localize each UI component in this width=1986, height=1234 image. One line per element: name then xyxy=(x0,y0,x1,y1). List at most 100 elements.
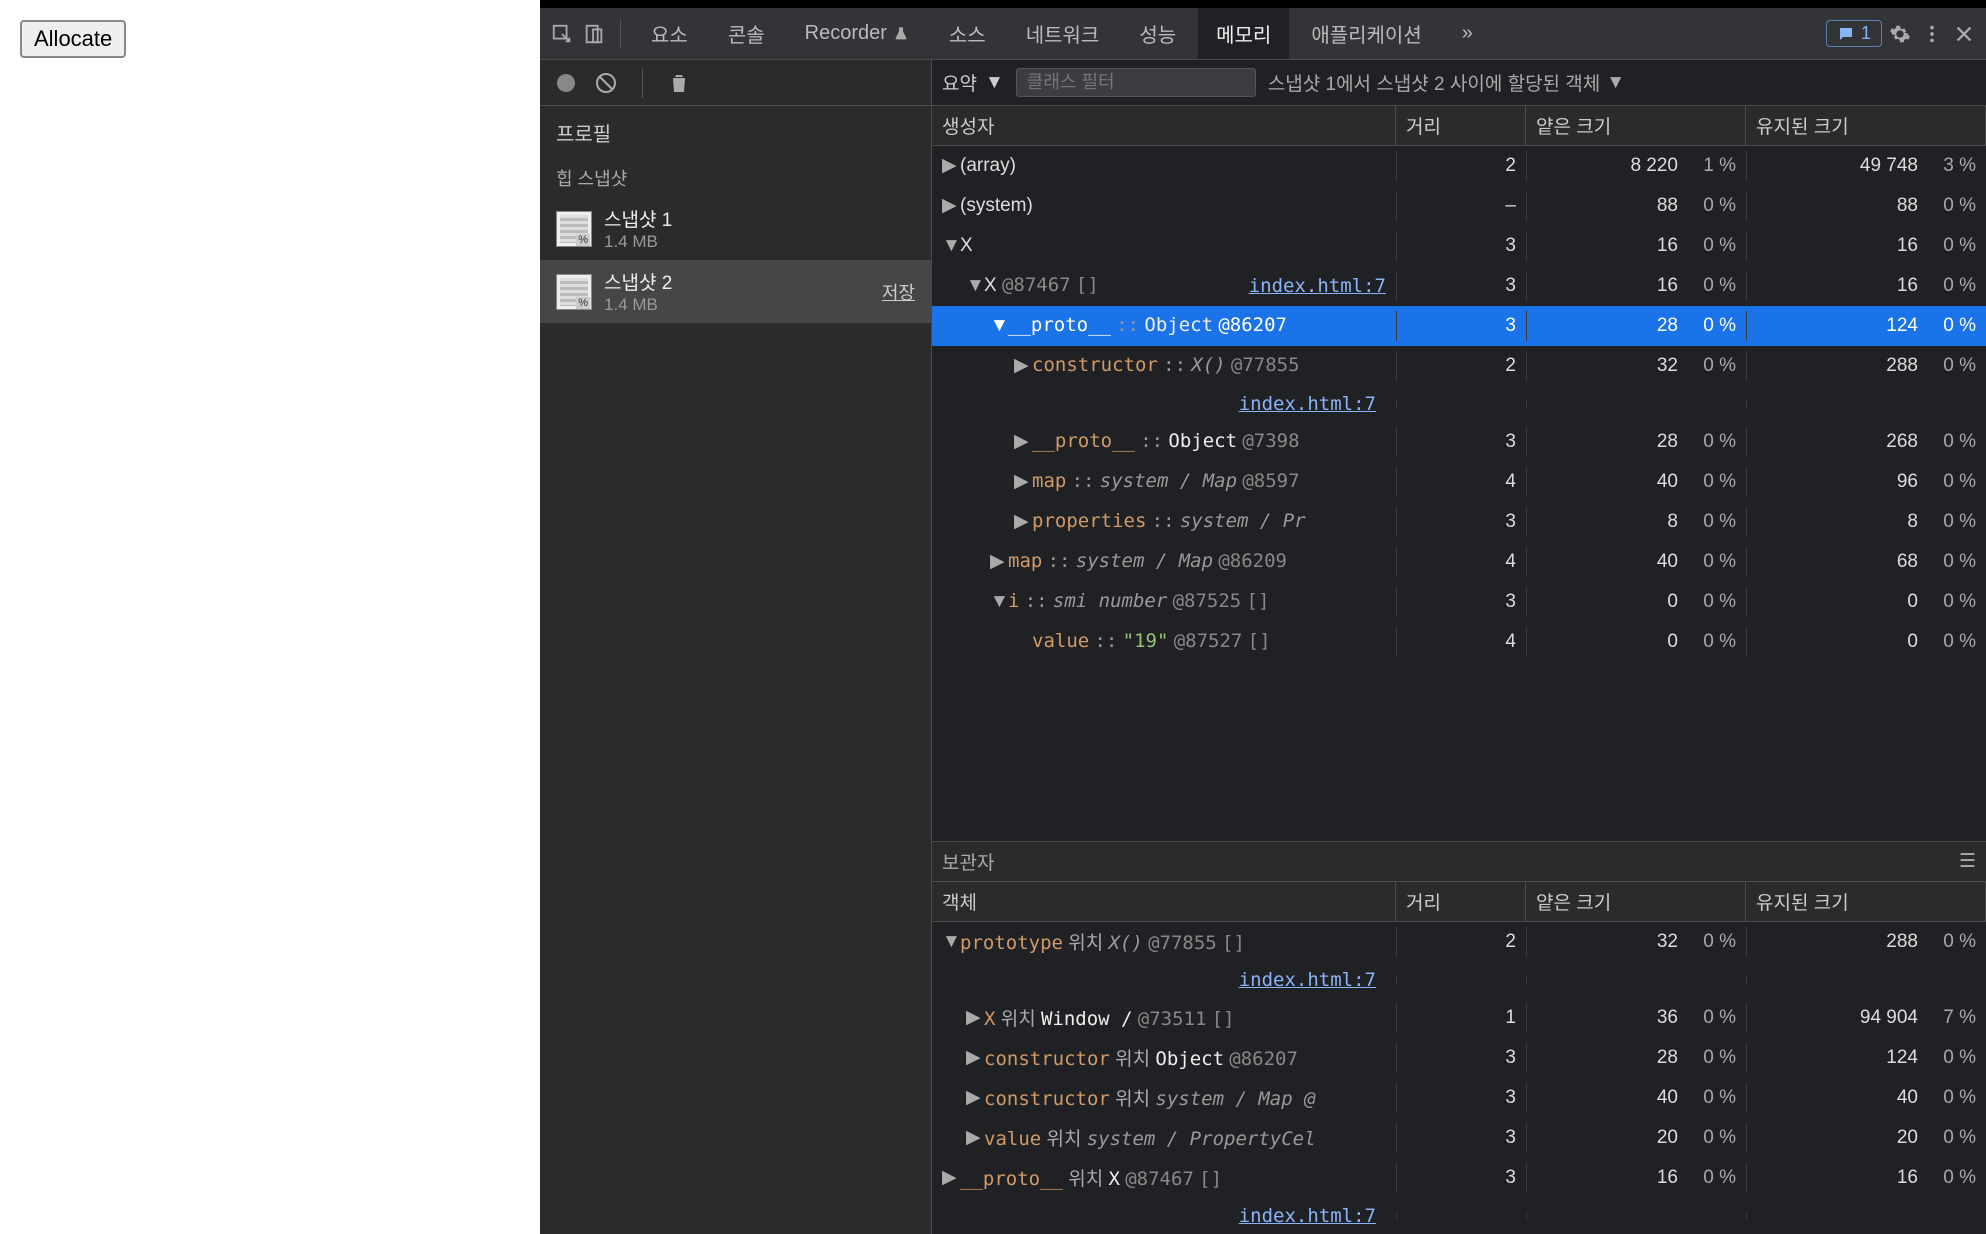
row-label: __proto__ :: Object @7398 xyxy=(1032,430,1300,453)
tree-toggle-icon[interactable]: ▶ xyxy=(1014,470,1028,493)
table-row[interactable]: ▶constructor 위치 Object @862073280 %1240 … xyxy=(932,1038,1986,1078)
clear-icon[interactable] xyxy=(594,71,618,95)
table-row[interactable]: ▶constructor :: X() @778552320 %2880 % xyxy=(932,346,1986,386)
grid-body[interactable]: ▶(array)28 2201 %49 7483 %▶(system)–880 … xyxy=(932,146,1986,841)
tab-network[interactable]: 네트워크 xyxy=(1008,8,1118,59)
col-retained-size[interactable]: 유지된 크기 xyxy=(1746,106,1986,145)
tree-toggle-icon[interactable]: ▶ xyxy=(966,1046,980,1069)
row-label: prototype 위치 X() @77855 [] xyxy=(960,928,1245,955)
tree-toggle-icon[interactable]: ▶ xyxy=(990,550,1004,573)
tab-memory[interactable]: 메모리 xyxy=(1198,8,1289,59)
tree-toggle-icon[interactable]: ▶ xyxy=(966,1086,980,1109)
devtools-panel: 요소 콘솔 Recorder 소스 네트워크 성능 메모리 애플리케이션 » 1 xyxy=(540,0,1986,1234)
table-row[interactable]: ▶__proto__ :: Object @73983280 %2680 % xyxy=(932,422,1986,462)
snapshot-save-link[interactable]: 저장 xyxy=(882,279,915,305)
row-label: map :: system / Map @86209 xyxy=(1008,550,1287,573)
tree-toggle-icon[interactable]: ▼ xyxy=(990,591,1004,613)
trash-icon[interactable] xyxy=(667,71,691,95)
tab-elements[interactable]: 요소 xyxy=(633,8,706,59)
table-row[interactable]: ▼X @87467 []index.html:73160 %160 % xyxy=(932,266,1986,306)
source-link[interactable]: index.html:7 xyxy=(1239,969,1376,991)
table-row: index.html:7 xyxy=(932,962,1986,998)
issues-button[interactable]: 1 xyxy=(1826,20,1882,47)
tree-toggle-icon[interactable]: ▶ xyxy=(966,1126,980,1149)
summary-dropdown[interactable]: 요약 ▼ xyxy=(942,69,1004,96)
table-row[interactable]: ▼X3160 %160 % xyxy=(932,226,1986,266)
tab-application[interactable]: 애플리케이션 xyxy=(1293,8,1439,59)
snapshot-item-2[interactable]: 스냅샷 2 1.4 MB 저장 xyxy=(540,260,931,323)
inspect-icon[interactable] xyxy=(548,20,576,48)
tree-toggle-icon[interactable]: ▼ xyxy=(942,235,956,257)
col-object[interactable]: 객체 xyxy=(932,882,1396,921)
separator xyxy=(620,19,621,49)
snapshot-item-1[interactable]: 스냅샷 1 1.4 MB xyxy=(540,197,931,260)
retainers-body[interactable]: ▼prototype 위치 X() @77855 []2320 %2880 % i… xyxy=(932,922,1986,1234)
kebab-menu-icon[interactable] xyxy=(1918,20,1946,48)
tree-toggle-icon[interactable]: ▶ xyxy=(1014,430,1028,453)
col-constructor[interactable]: 생성자 xyxy=(932,106,1396,145)
separator xyxy=(642,68,643,98)
col-distance[interactable]: 거리 xyxy=(1396,882,1526,921)
table-row[interactable]: ▶map :: system / Map @85974400 %960 % xyxy=(932,462,1986,502)
device-toggle-icon[interactable] xyxy=(580,20,608,48)
close-icon[interactable] xyxy=(1950,20,1978,48)
table-row[interactable]: ▶(system)–880 %880 % xyxy=(932,186,1986,226)
profile-header: 프로필 xyxy=(540,106,931,159)
tree-toggle-icon[interactable]: ▶ xyxy=(1014,510,1028,533)
col-shallow-size[interactable]: 얕은 크기 xyxy=(1526,106,1746,145)
table-row[interactable]: ▶properties :: system / Pr380 %80 % xyxy=(932,502,1986,542)
col-shallow-size[interactable]: 얕은 크기 xyxy=(1526,882,1746,921)
tree-toggle-icon[interactable]: ▶ xyxy=(1014,354,1028,377)
tab-more[interactable]: » xyxy=(1444,8,1491,59)
row-label: X xyxy=(960,235,973,257)
table-row[interactable]: ▶__proto__ 위치 X @87467 []3160 %160 % xyxy=(932,1158,1986,1198)
table-row[interactable]: ▶(array)28 2201 %49 7483 % xyxy=(932,146,1986,186)
tab-sources[interactable]: 소스 xyxy=(931,8,1004,59)
summary-label: 요약 xyxy=(942,69,977,96)
row-label: (array) xyxy=(960,155,1016,177)
devtools-topbar xyxy=(540,0,1986,8)
allocation-filter-dropdown[interactable]: 스냅샷 1에서 스냅샷 2 사이에 할당된 객체 ▼ xyxy=(1268,69,1625,96)
allocate-button[interactable]: Allocate xyxy=(20,20,126,58)
row-label: i :: smi number @87525 [] xyxy=(1008,590,1269,613)
tab-recorder[interactable]: Recorder xyxy=(787,8,927,59)
col-retained-size[interactable]: 유지된 크기 xyxy=(1746,882,1986,921)
table-row[interactable]: ▶X 위치 Window / @73511 []1360 %94 9047 % xyxy=(932,998,1986,1038)
class-filter-input[interactable] xyxy=(1016,68,1256,97)
tab-console[interactable]: 콘솔 xyxy=(710,8,783,59)
chevron-down-icon: ▼ xyxy=(1606,72,1625,94)
tree-toggle-icon[interactable]: ▶ xyxy=(942,154,956,177)
constructors-grid: 생성자 거리 얕은 크기 유지된 크기 ▶(array)28 2201 %49 … xyxy=(932,106,1986,1234)
table-row[interactable]: ▶value 위치 system / PropertyCel3200 %200 … xyxy=(932,1118,1986,1158)
tree-toggle-icon[interactable]: ▶ xyxy=(942,194,956,217)
settings-icon[interactable] xyxy=(1886,20,1914,48)
tree-toggle-icon[interactable]: ▼ xyxy=(942,931,956,953)
hamburger-icon[interactable]: ☰ xyxy=(1959,850,1976,873)
table-row[interactable]: value :: "19" @87527 []400 %00 % xyxy=(932,622,1986,662)
heap-toolbar: 요약 ▼ 스냅샷 1에서 스냅샷 2 사이에 할당된 객체 ▼ xyxy=(932,60,1986,106)
retainers-header[interactable]: 보관자 ☰ xyxy=(932,841,1986,882)
tab-performance[interactable]: 성능 xyxy=(1121,8,1194,59)
table-row[interactable]: ▼__proto__ :: Object @862073280 %1240 % xyxy=(932,306,1986,346)
row-label: constructor :: X() @77855 xyxy=(1032,354,1300,377)
source-link[interactable]: index.html:7 xyxy=(1239,393,1376,415)
flask-icon xyxy=(893,26,909,42)
tree-toggle-icon[interactable]: ▶ xyxy=(966,1006,980,1029)
row-label: constructor 위치 Object @86207 xyxy=(984,1044,1298,1071)
heap-snapshots-header: 힙 스냅샷 xyxy=(540,159,931,197)
table-row[interactable]: ▼prototype 위치 X() @77855 []2320 %2880 % xyxy=(932,922,1986,962)
source-link[interactable]: index.html:7 xyxy=(1239,1205,1376,1227)
page-content-area: Allocate xyxy=(0,0,540,1234)
tree-toggle-icon[interactable]: ▶ xyxy=(942,1166,956,1189)
profile-toolbar xyxy=(540,60,931,106)
tree-toggle-icon[interactable]: ▼ xyxy=(990,315,1004,337)
col-distance[interactable]: 거리 xyxy=(1396,106,1526,145)
tree-toggle-icon[interactable]: ▼ xyxy=(966,275,980,297)
table-row[interactable]: ▶map :: system / Map @862094400 %680 % xyxy=(932,542,1986,582)
record-button[interactable] xyxy=(554,71,578,95)
source-link[interactable]: index.html:7 xyxy=(1249,275,1386,297)
table-row[interactable]: ▼i :: smi number @87525 []300 %00 % xyxy=(932,582,1986,622)
grid-header: 생성자 거리 얕은 크기 유지된 크기 xyxy=(932,106,1986,146)
table-row[interactable]: ▶constructor 위치 system / Map @3400 %400 … xyxy=(932,1078,1986,1118)
tab-recorder-label: Recorder xyxy=(805,22,887,45)
